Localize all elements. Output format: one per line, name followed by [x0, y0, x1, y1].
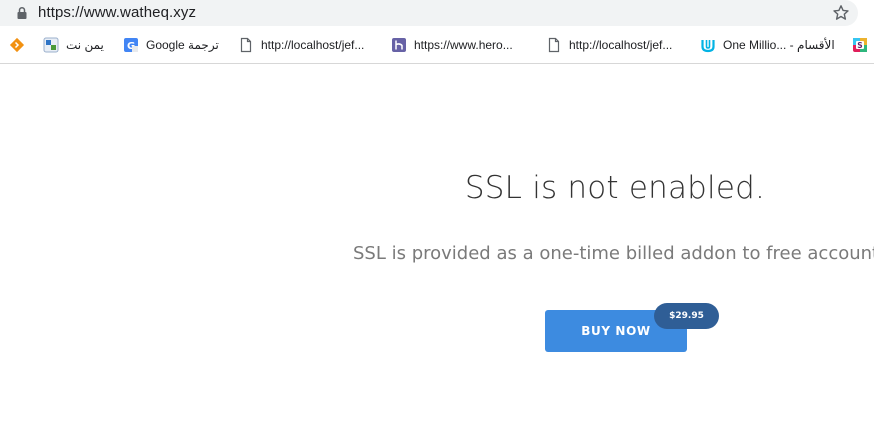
bookmark-item[interactable]: S — [852, 31, 874, 59]
page-subtitle: SSL is provided as a one-time billed add… — [353, 243, 874, 264]
bookmark-label: http://localhost/jef... — [261, 38, 365, 52]
bookmark-item[interactable] — [9, 31, 32, 59]
orange-diamond-icon — [9, 37, 25, 53]
google-translate-icon: G — [124, 38, 138, 52]
bookmark-label: Google ترجمة — [146, 38, 219, 52]
svg-text:S: S — [857, 41, 862, 50]
bookmark-item[interactable]: https://www.hero... — [391, 31, 513, 59]
bookmark-label: http://localhost/jef... — [569, 38, 673, 52]
page-icon — [240, 37, 252, 53]
bookmarks-bar: يمن نت G Google ترجمة http://localhost/j… — [0, 31, 874, 61]
bookmarks-divider — [0, 63, 874, 64]
bookmark-label: يمن نت — [66, 38, 104, 52]
lock-icon[interactable] — [15, 6, 29, 20]
bookmark-label: One Millio... - الأقسام — [723, 38, 835, 52]
bookmark-item[interactable]: http://localhost/jef... — [238, 31, 364, 59]
slack-icon: S — [853, 38, 867, 52]
udacity-icon — [701, 40, 715, 53]
url-text[interactable]: https://www.watheq.xyz — [38, 4, 196, 21]
bookmark-label: https://www.hero... — [414, 38, 513, 52]
bookmark-item[interactable]: http://localhost/jef... — [546, 31, 672, 59]
bookmark-item[interactable]: One Millio... - الأقسام — [700, 31, 835, 59]
bookmark-item[interactable]: G Google ترجمة — [123, 31, 219, 59]
star-icon[interactable] — [832, 4, 850, 22]
page-title: SSL is not enabled. — [464, 170, 766, 206]
page-icon — [548, 37, 560, 53]
bookmark-item[interactable]: يمن نت — [43, 31, 104, 59]
heroku-icon — [392, 38, 406, 52]
yemennet-icon — [43, 37, 59, 53]
price-badge: $29.95 — [654, 303, 719, 329]
address-bar[interactable]: https://www.watheq.xyz — [0, 0, 858, 26]
